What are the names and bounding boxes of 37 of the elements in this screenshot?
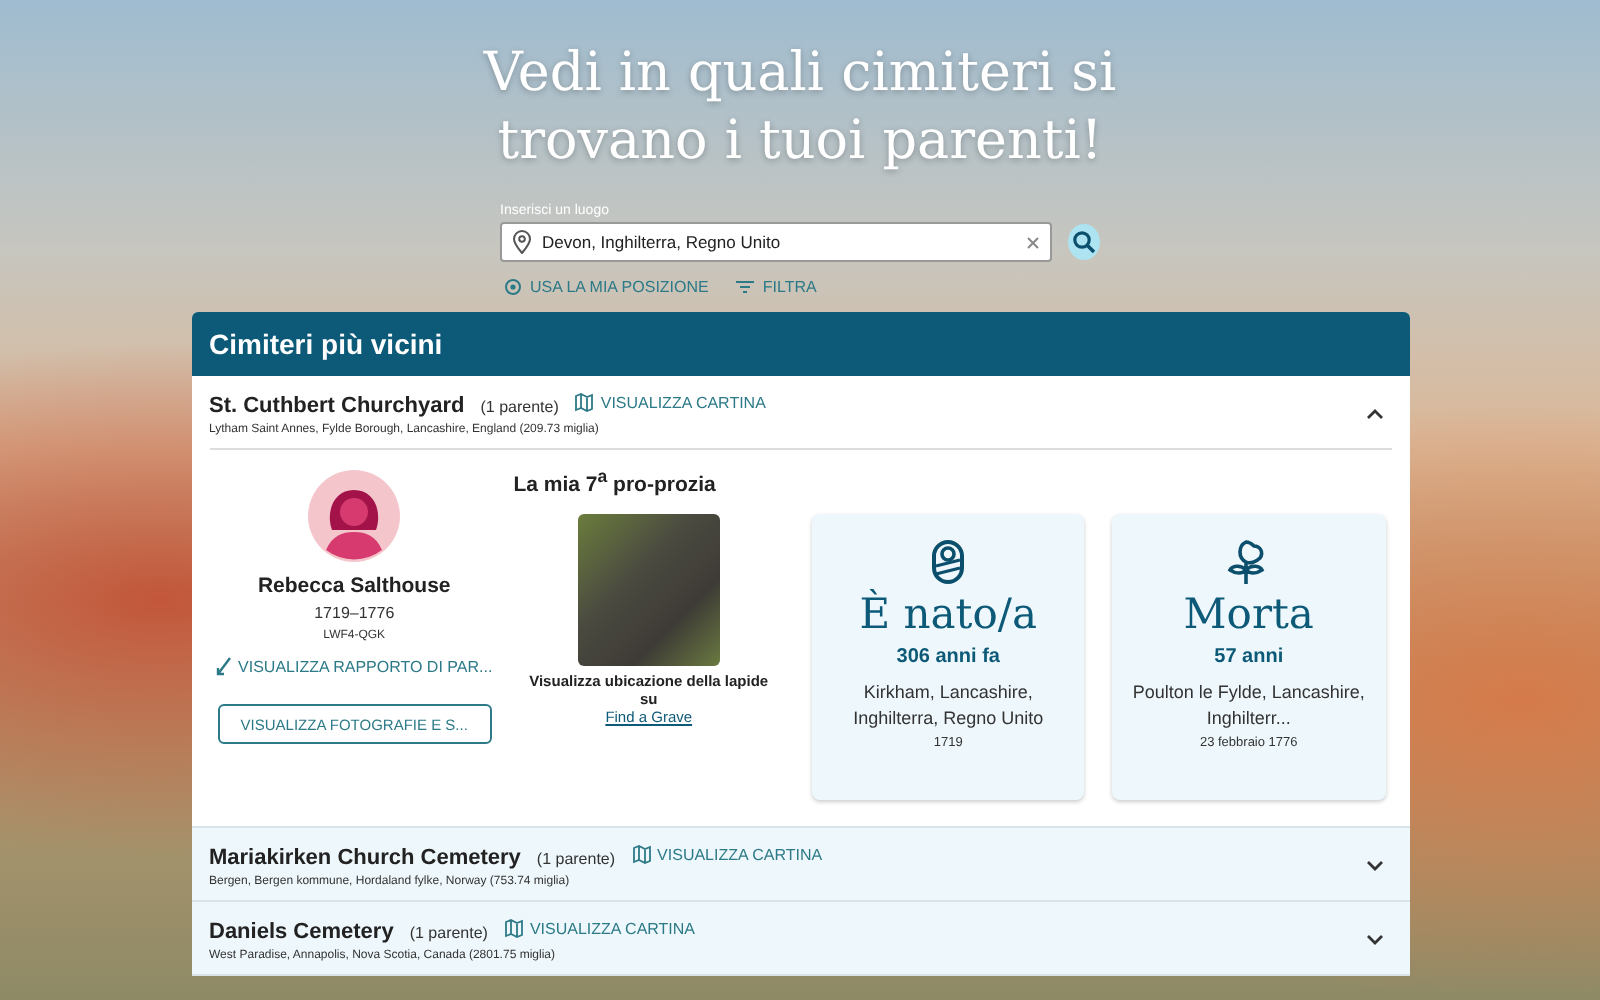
person-dates: 1719–1776 bbox=[314, 604, 395, 622]
map-icon bbox=[574, 392, 595, 412]
cemetery-name: Mariakirken Church Cemetery bbox=[209, 846, 521, 870]
relationship-heading: La mia 7$^{a}$ pro-prozia bbox=[513, 466, 716, 497]
event-summary: 57 anni bbox=[1214, 646, 1284, 668]
chevron-icon[interactable] bbox=[1365, 934, 1383, 946]
filter-icon bbox=[736, 280, 755, 294]
hero-title: Vedi in quali cimiteri si trovano i tuoi parenti! bbox=[481, 40, 1119, 176]
map-icon bbox=[503, 918, 524, 938]
map-icon bbox=[631, 844, 652, 864]
chevron-icon[interactable] bbox=[1365, 860, 1383, 872]
chevron-icon[interactable] bbox=[1365, 408, 1383, 420]
search-field[interactable]: Devon, Inghilterra, Regno Unito bbox=[500, 222, 1052, 262]
avatar-icon bbox=[308, 470, 401, 562]
search-option-link[interactable]: USA LA MIA POSIZIONE bbox=[504, 278, 709, 296]
relative-count: (1 parente) bbox=[536, 850, 616, 868]
cemetery-name: St. Cuthbert Churchyard bbox=[209, 394, 465, 418]
panel-title: Cimiteri più vicini bbox=[209, 328, 443, 360]
swaddled-baby-icon bbox=[930, 538, 967, 586]
event-place: Poulton le Fylde, Lancashire, Inghilterr... bbox=[1130, 680, 1367, 732]
person-name: Rebecca Salthouse bbox=[257, 574, 451, 598]
clear-icon[interactable] bbox=[1026, 236, 1040, 250]
event-title: Morta bbox=[1183, 590, 1314, 638]
map-link[interactable]: VISUALIZZA CARTINA bbox=[631, 844, 823, 864]
search-option-link[interactable]: FILTRA bbox=[736, 278, 817, 296]
event-title: È nato/a bbox=[859, 590, 1037, 638]
relative-count: (1 parente) bbox=[480, 398, 559, 416]
search-button[interactable] bbox=[1068, 224, 1100, 260]
event-place: Kirkham, Lancashire, Inghilterra, Regno Unito bbox=[851, 680, 1046, 732]
location-pin-icon bbox=[512, 230, 532, 254]
cemetery-name: Daniels Cemetery bbox=[209, 920, 394, 944]
relative-count: (1 parente) bbox=[409, 924, 488, 942]
target-icon bbox=[504, 278, 522, 296]
map-link[interactable]: VISUALIZZA CARTINA bbox=[574, 392, 766, 412]
event-summary: 306 anni fa bbox=[896, 646, 1000, 668]
map-link[interactable]: VISUALIZZA CARTINA bbox=[503, 918, 696, 938]
relationship-link[interactable]: VISUALIZZA RAPPORTO DI PAR... bbox=[216, 656, 493, 676]
